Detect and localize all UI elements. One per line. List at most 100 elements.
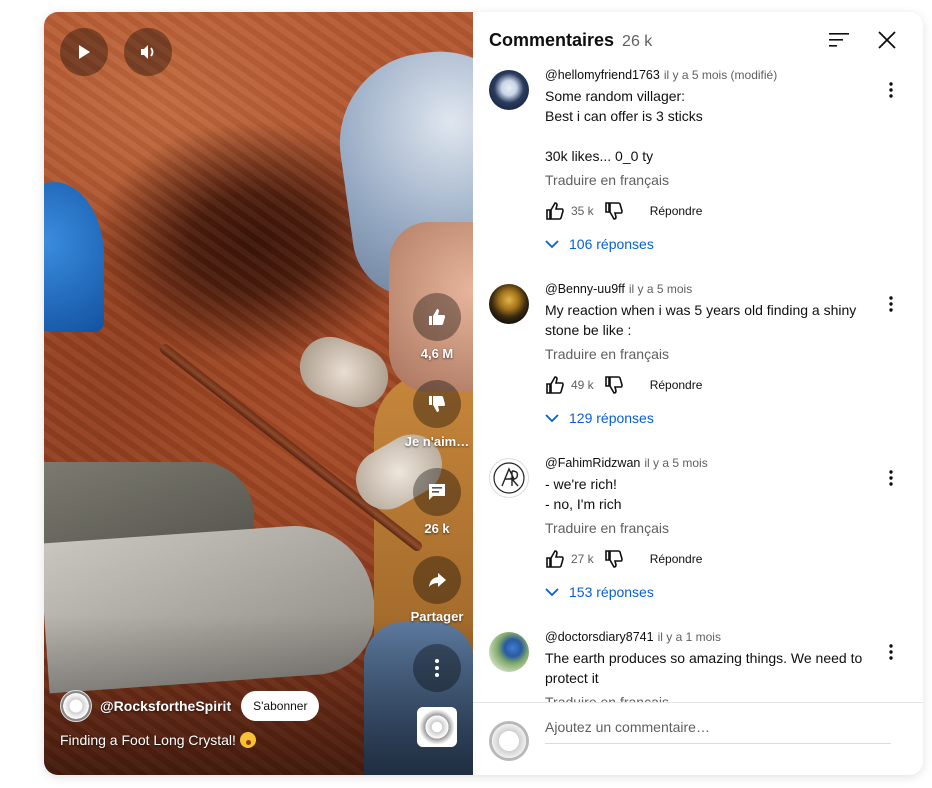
comment-meta: @doctorsdiary8741 il y a 1 mois xyxy=(545,630,865,644)
replies-toggle[interactable]: 129 réponses xyxy=(545,410,865,426)
comment-avatar[interactable] xyxy=(489,632,529,672)
chevron-down-icon xyxy=(545,588,559,597)
more-vert-icon xyxy=(889,470,893,486)
replies-count: 153 réponses xyxy=(569,584,654,600)
share-icon xyxy=(429,573,446,587)
comment-time[interactable]: il y a 5 mois xyxy=(644,456,707,470)
add-comment-input[interactable] xyxy=(545,719,891,744)
comment-avatar[interactable] xyxy=(489,284,529,324)
comments-header: Commentaires 26 k xyxy=(489,30,652,51)
volume-button[interactable] xyxy=(124,28,172,76)
comment-text: Some random villager: Best i can offer i… xyxy=(545,88,703,164)
comment-actions: 49 k Répondre xyxy=(545,374,865,396)
thumb-up-icon[interactable] xyxy=(545,549,565,569)
comment-author[interactable]: @FahimRidzwan xyxy=(545,456,640,470)
comment-time[interactable]: il y a 1 mois xyxy=(658,630,721,644)
thumb-up-icon[interactable] xyxy=(545,375,565,395)
translate-link[interactable]: Traduire en français xyxy=(545,172,865,188)
translate-link[interactable]: Traduire en français xyxy=(545,346,865,362)
comment-more-button[interactable] xyxy=(881,78,901,102)
sound-thumbnail[interactable] xyxy=(417,707,457,747)
comment-body: @Benny-uu9ff il y a 5 mois My reaction wh… xyxy=(545,282,865,426)
share-button[interactable] xyxy=(413,556,461,604)
comment-meta: @Benny-uu9ff il y a 5 mois xyxy=(545,282,865,296)
comment-more-button[interactable] xyxy=(881,466,901,490)
like-count: 4,6 M xyxy=(420,346,454,361)
comments-title: Commentaires xyxy=(489,30,615,50)
comment-more-button[interactable] xyxy=(881,292,901,316)
share-label: Partager xyxy=(410,609,464,624)
astonished-emoji-icon xyxy=(239,732,256,748)
subscribe-button[interactable]: S'abonner xyxy=(241,691,320,721)
volume-icon xyxy=(141,45,154,59)
my-avatar xyxy=(489,721,529,761)
thumb-down-icon[interactable] xyxy=(604,549,624,569)
video-title-text: Finding a Foot Long Crystal! xyxy=(60,732,236,748)
video-title: Finding a Foot Long Crystal! xyxy=(60,732,256,748)
comment-author[interactable]: @doctorsdiary8741 xyxy=(545,630,654,644)
comments-panel: Commentaires 26 k @hellomyfriend1763 il y… xyxy=(473,12,923,775)
translate-link[interactable]: Traduire en français xyxy=(545,520,865,536)
comment-like-count: 35 k xyxy=(571,204,594,218)
comment-body: @doctorsdiary8741 il y a 1 mois The earth… xyxy=(545,630,865,706)
dislike-button[interactable] xyxy=(413,380,461,428)
comment-time[interactable]: il y a 5 mois (modifié) xyxy=(664,68,777,82)
app-window: 4,6 M Je n'aim… 26 k Partager @Rocksfort… xyxy=(0,0,932,788)
thumb-down-icon[interactable] xyxy=(604,201,624,221)
comment-author[interactable]: @hellomyfriend1763 xyxy=(545,68,660,82)
comment-body: @FahimRidzwan il y a 5 mois - we're rich!… xyxy=(545,456,865,600)
monogram-logo xyxy=(493,462,525,494)
comment-text: The earth produces so amazing things. We… xyxy=(545,650,863,686)
channel-row: @RocksfortheSpirit S'abonner xyxy=(60,690,320,722)
comment-text: - we're rich! - no, I'm rich xyxy=(545,476,622,512)
add-comment-row xyxy=(473,702,923,775)
comment-meta: @FahimRidzwan il y a 5 mois xyxy=(545,456,865,470)
comments-count: 26 k xyxy=(622,33,653,50)
more-actions-button[interactable] xyxy=(413,644,461,692)
thumb-up-icon xyxy=(429,309,445,325)
thumb-down-icon xyxy=(429,396,445,412)
sort-icon xyxy=(829,33,849,47)
replies-count: 106 réponses xyxy=(569,236,654,252)
play-icon xyxy=(79,45,90,59)
replies-count: 129 réponses xyxy=(569,410,654,426)
dislike-label: Je n'aim… xyxy=(404,434,470,449)
chevron-down-icon xyxy=(545,240,559,249)
comments-list[interactable]: @hellomyfriend1763 il y a 5 mois (modifié… xyxy=(473,66,923,706)
play-button[interactable] xyxy=(60,28,108,76)
comment-like-count: 49 k xyxy=(571,378,594,392)
comment-actions: 27 k Répondre xyxy=(545,548,865,570)
like-button[interactable] xyxy=(413,293,461,341)
comment-body: @hellomyfriend1763 il y a 5 mois (modifié… xyxy=(545,68,865,252)
channel-name[interactable]: @RocksfortheSpirit xyxy=(100,698,231,714)
comment-icon xyxy=(429,484,445,500)
reply-button[interactable]: Répondre xyxy=(650,204,703,218)
sort-button[interactable] xyxy=(825,26,853,54)
chevron-down-icon xyxy=(545,414,559,423)
thumb-down-icon[interactable] xyxy=(604,375,624,395)
more-vert-icon xyxy=(435,659,439,677)
more-vert-icon xyxy=(889,82,893,98)
more-vert-icon xyxy=(889,644,893,660)
comment-avatar[interactable] xyxy=(489,458,529,498)
comment-time[interactable]: il y a 5 mois xyxy=(629,282,692,296)
close-button[interactable] xyxy=(873,26,901,54)
comment-text: My reaction when i was 5 years old findi… xyxy=(545,302,857,338)
video-player[interactable]: 4,6 M Je n'aim… 26 k Partager @Rocksfort… xyxy=(44,12,473,775)
comment-like-count: 27 k xyxy=(571,552,594,566)
comments-button[interactable] xyxy=(413,468,461,516)
comment-avatar[interactable] xyxy=(489,70,529,110)
channel-avatar[interactable] xyxy=(60,690,92,722)
comment-more-button[interactable] xyxy=(881,640,901,664)
reply-button[interactable]: Répondre xyxy=(650,552,703,566)
thumb-up-icon[interactable] xyxy=(545,201,565,221)
comment-count: 26 k xyxy=(424,521,450,536)
comment-author[interactable]: @Benny-uu9ff xyxy=(545,282,625,296)
close-icon xyxy=(878,31,896,49)
comment-meta: @hellomyfriend1763 il y a 5 mois (modifié… xyxy=(545,68,865,82)
reply-button[interactable]: Répondre xyxy=(650,378,703,392)
replies-toggle[interactable]: 106 réponses xyxy=(545,236,865,252)
replies-toggle[interactable]: 153 réponses xyxy=(545,584,865,600)
comment-actions: 35 k Répondre xyxy=(545,200,865,222)
more-vert-icon xyxy=(889,296,893,312)
